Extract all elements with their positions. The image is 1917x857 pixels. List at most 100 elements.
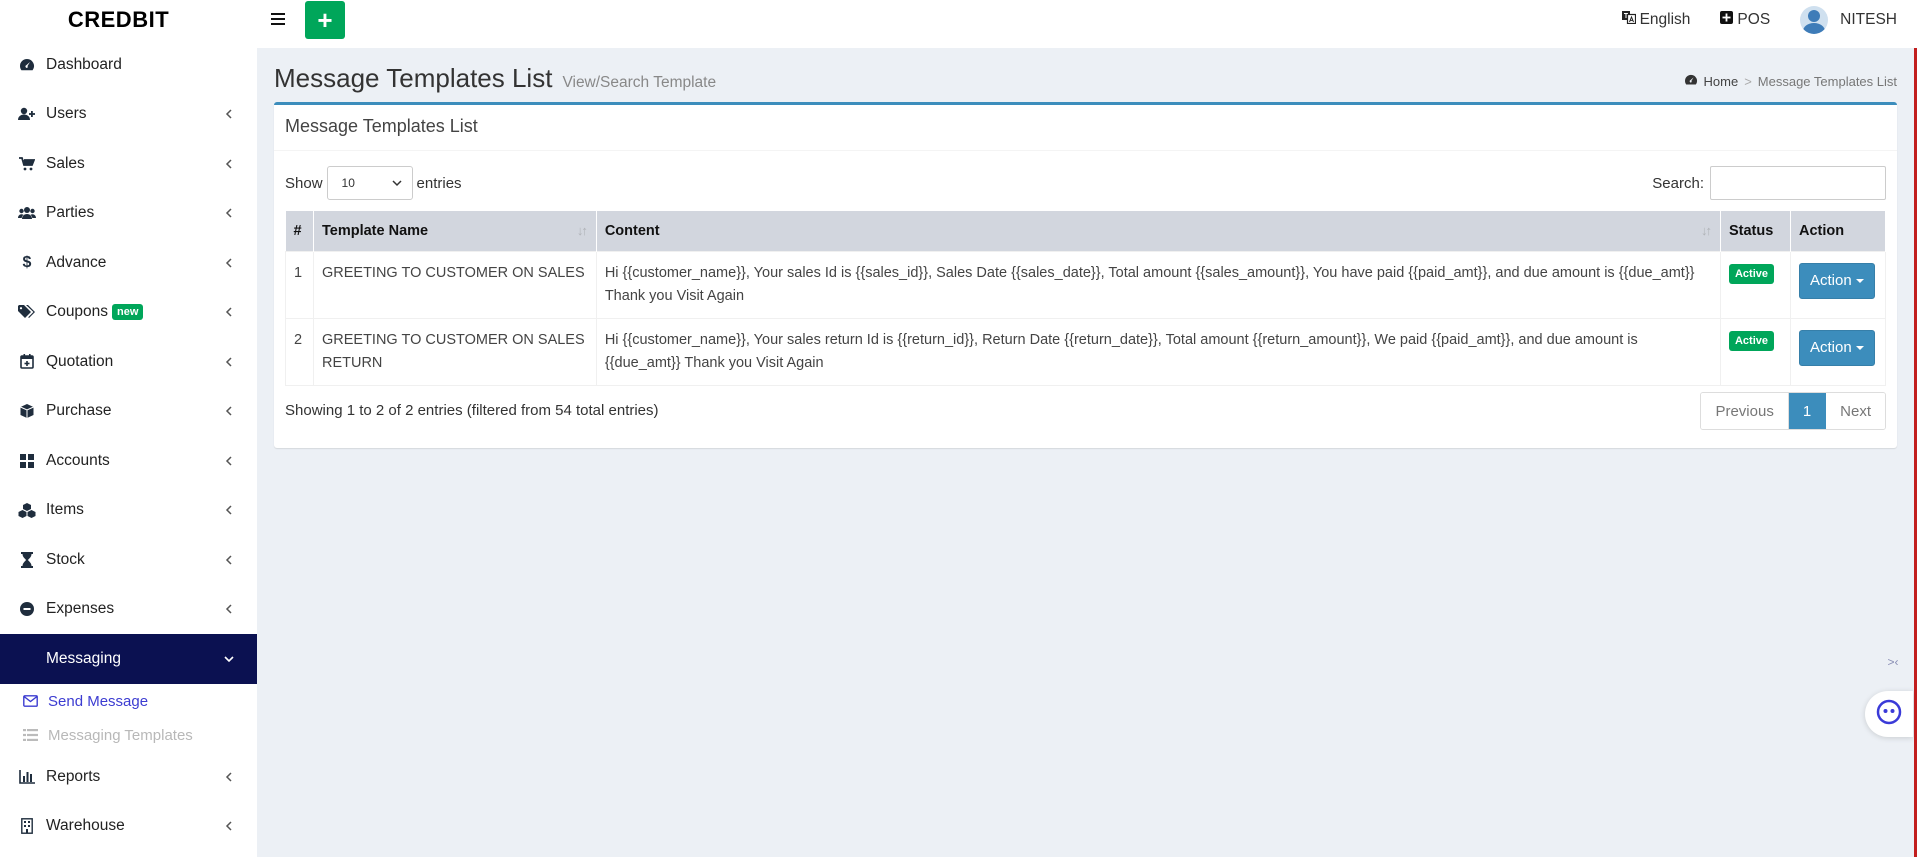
sidebar-item-label: Stock: [46, 550, 85, 568]
dashboard-icon: [1684, 74, 1698, 89]
sidebar-item-purchase[interactable]: Purchase: [0, 387, 257, 437]
chat-bot-icon: [1876, 699, 1902, 729]
entries-label: entries: [416, 174, 462, 192]
chevron-left-icon: [223, 820, 235, 832]
user-plus-icon: [18, 105, 36, 123]
sidebar-item-parties[interactable]: Parties: [0, 189, 257, 239]
chevron-left-icon: [223, 554, 235, 566]
collapse-arrows-icon[interactable]: >‹: [1881, 650, 1905, 674]
sidebar-item-label: Advance: [46, 253, 107, 271]
new-badge: new: [112, 304, 144, 321]
sidebar-item-advance[interactable]: $ Advance: [0, 238, 257, 288]
pos-label: POS: [1737, 11, 1771, 28]
envelope-icon: [18, 650, 36, 668]
chevron-left-icon: [223, 771, 235, 783]
breadcrumb-home[interactable]: Home: [1704, 74, 1739, 89]
pagination: Previous 1 Next: [1700, 392, 1886, 430]
users-icon: [18, 204, 36, 222]
building-icon: [18, 817, 36, 835]
caret-down-icon: [1855, 345, 1864, 350]
chevron-left-icon: [223, 405, 235, 417]
box-icon: [18, 402, 36, 420]
language-selector[interactable]: English: [1621, 11, 1690, 29]
template-content: Hi {{customer_name}}, Your sales return …: [595, 317, 1721, 386]
templates-box: Message Templates List Show 10 entries S…: [274, 102, 1897, 448]
chevron-left-icon: [223, 207, 235, 219]
sidebar-item-label: Sales: [46, 154, 85, 172]
entries-select[interactable]: 10: [326, 166, 413, 200]
status-cell: Active: [1719, 317, 1791, 386]
sidebar-subitem-messaging-templates[interactable]: Messaging Templates: [0, 718, 257, 752]
template-name: GREETING TO CUSTOMER ON SALES: [312, 250, 597, 319]
column-header-content[interactable]: Content ↓↑: [596, 211, 1721, 251]
sidebar-item-dashboard[interactable]: Dashboard: [0, 40, 257, 90]
sidebar-item-messaging[interactable]: Messaging: [0, 634, 257, 684]
column-header-status[interactable]: Status: [1720, 211, 1791, 251]
pagination-page-1[interactable]: 1: [1788, 393, 1827, 429]
search-input[interactable]: [1710, 166, 1886, 200]
sidebar-item-label: Reports: [46, 767, 101, 785]
sidebar-subitem-send-message[interactable]: Send Message: [0, 684, 257, 718]
avatar: [1800, 6, 1829, 34]
plus-square-icon: [1720, 11, 1734, 29]
pos-link[interactable]: POS: [1720, 11, 1770, 29]
search-label: Search:: [1652, 174, 1704, 192]
template-name: GREETING TO CUSTOMER ON SALES RETURN: [312, 317, 597, 386]
row-number: 1: [285, 250, 314, 319]
chevron-down-icon: [223, 653, 235, 665]
hamburger-menu-icon[interactable]: [271, 13, 285, 27]
sidebar-item-label: Accounts: [46, 451, 110, 469]
sidebar-item-label: Quotation: [46, 352, 114, 370]
column-header-number[interactable]: #: [285, 211, 314, 251]
user-menu[interactable]: NITESH: [1800, 6, 1897, 34]
dollar-icon: $: [22, 253, 32, 271]
sidebar-item-label: Items: [46, 501, 84, 519]
sidebar-item-reports[interactable]: Reports: [0, 752, 257, 802]
sidebar-item-sales[interactable]: Sales: [0, 139, 257, 189]
column-header-template-name[interactable]: Template Name ↓↑: [313, 211, 597, 251]
sort-icon: ↓↑: [576, 223, 588, 238]
chat-assistant-button[interactable]: [1865, 691, 1913, 737]
breadcrumb: Home > Message Templates List: [1684, 74, 1897, 89]
box-title: Message Templates List: [274, 105, 1897, 151]
row-number: 2: [285, 317, 314, 386]
sidebar-item-label: Warehouse: [46, 817, 125, 835]
action-dropdown-button[interactable]: Action: [1798, 329, 1875, 366]
caret-down-icon: [1855, 278, 1864, 283]
add-button[interactable]: +: [305, 1, 345, 39]
sidebar: CREDBIT Dashboard Users Sales Parties $ …: [0, 0, 257, 857]
action-cell: Action: [1789, 250, 1887, 319]
table-row: 2 GREETING TO CUSTOMER ON SALES RETURN H…: [285, 317, 1887, 386]
templates-table: # Template Name ↓↑ Content ↓↑ Status Actio…: [285, 211, 1887, 386]
table-header-row: # Template Name ↓↑ Content ↓↑ Status Actio…: [285, 211, 1887, 251]
entries-length-control: Show 10 entries: [285, 166, 462, 200]
sidebar-item-items[interactable]: Items: [0, 486, 257, 536]
tags-icon: [18, 303, 36, 321]
sidebar-item-quotation[interactable]: Quotation: [0, 337, 257, 387]
sidebar-item-coupons[interactable]: Coupons new: [0, 288, 257, 338]
status-badge: Active: [1728, 330, 1775, 351]
sidebar-item-accounts[interactable]: Accounts: [0, 436, 257, 486]
list-icon: [22, 727, 38, 743]
dashboard-icon: [18, 56, 36, 74]
sort-icon: ↓↑: [1700, 223, 1712, 238]
sidebar-item-expenses[interactable]: Expenses: [0, 585, 257, 635]
sidebar-item-label: Dashboard: [46, 55, 122, 73]
grid-icon: [18, 452, 36, 470]
envelope-icon: [22, 693, 38, 709]
action-dropdown-button[interactable]: Action: [1798, 262, 1875, 299]
calendar-plus-icon: [18, 353, 36, 371]
sidebar-item-users[interactable]: Users: [0, 90, 257, 140]
action-cell: Action: [1789, 317, 1887, 386]
pagination-previous[interactable]: Previous: [1701, 393, 1789, 429]
chevron-left-icon: [223, 158, 235, 170]
sidebar-item-stock[interactable]: Stock: [0, 535, 257, 585]
cubes-icon: [18, 501, 36, 519]
sidebar-item-label: Expenses: [46, 600, 115, 618]
top-right-menu: English POS NITESH: [1621, 0, 1897, 40]
hourglass-icon: [18, 551, 36, 569]
brand-logo[interactable]: CREDBIT: [0, 0, 257, 40]
pagination-next[interactable]: Next: [1826, 393, 1885, 429]
sidebar-item-warehouse[interactable]: Warehouse: [0, 802, 257, 852]
chevron-left-icon: [223, 108, 235, 120]
